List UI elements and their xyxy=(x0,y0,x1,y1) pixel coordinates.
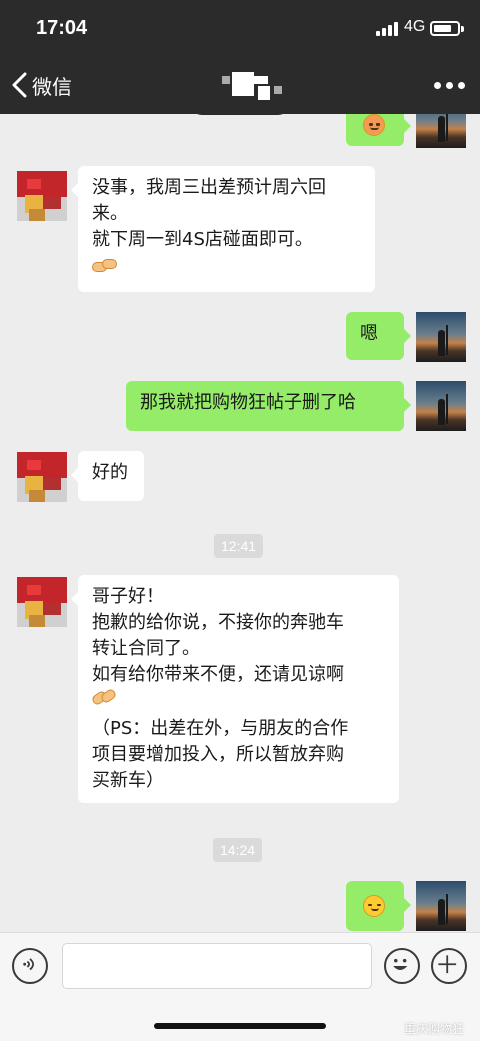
home-indicator[interactable] xyxy=(154,1023,326,1029)
battery-icon xyxy=(430,21,464,36)
folded-hands-emoji xyxy=(90,687,118,708)
avatar-contact[interactable] xyxy=(17,171,67,221)
message-bubble-incoming[interactable]: 哥子好！ 抱歉的给你说，不接你的奔驰车 转让合同了。 如有给你带来不便，还请见谅… xyxy=(71,575,399,803)
message-line: 哥子好！ xyxy=(92,586,164,607)
message-line: 没事，我周三出差预计周六回 xyxy=(92,177,326,198)
voice-icon[interactable] xyxy=(12,948,48,984)
signal-icon xyxy=(376,22,400,36)
plus-icon[interactable] xyxy=(431,948,467,984)
timestamp: 12:41 xyxy=(214,534,264,558)
message-line: 好的 xyxy=(92,462,128,483)
message-line: 嗯 xyxy=(360,323,378,344)
message-line: 来。 xyxy=(92,203,128,224)
message-bubble-outgoing[interactable] xyxy=(346,114,411,146)
watermark: 重庆购物狂 xyxy=(404,1022,465,1036)
avatar-contact[interactable] xyxy=(17,452,67,502)
message-bubble-outgoing[interactable] xyxy=(346,881,411,931)
avatar-self[interactable] xyxy=(416,312,466,362)
avatar-self[interactable] xyxy=(416,114,466,148)
message-input[interactable] xyxy=(62,943,372,989)
back-label: 微信 xyxy=(32,74,72,99)
status-time: 17:04 xyxy=(36,17,88,39)
message-line: 抱歉的给你说，不接你的奔驰车 xyxy=(92,612,344,633)
message-line: （PS：出差在外，与朋友的合作 xyxy=(92,718,349,739)
chat-header: 17:04 4G 微信 xyxy=(0,0,480,115)
message-line: 转让合同了。 xyxy=(92,638,200,659)
avatar-contact[interactable] xyxy=(17,577,67,627)
message-bubble-incoming[interactable]: 没事，我周三出差预计周六回 来。 就下周一到4S店碰面即可。 xyxy=(71,166,375,292)
back-button[interactable]: 微信 xyxy=(10,66,72,104)
message-line: 那我就把购物狂帖子删了哈 xyxy=(140,392,356,413)
avatar-self[interactable] xyxy=(416,881,466,931)
timestamp: 14:24 xyxy=(213,838,263,862)
avatar-self[interactable] xyxy=(416,381,466,431)
blushing-face-emoji xyxy=(363,114,385,136)
network-type: 4G xyxy=(404,18,426,35)
more-dots-icon[interactable] xyxy=(430,70,470,100)
message-line: 如有给你带来不便，还请见谅啊 xyxy=(92,664,344,685)
message-line: 项目要增加投入，所以暂放弃购 xyxy=(92,744,344,765)
message-bubble-incoming[interactable]: 好的 xyxy=(71,451,144,501)
chat-area[interactable]: 没事，我周三出差预计周六回 来。 就下周一到4S店碰面即可。 嗯 那我就把购物狂… xyxy=(0,114,480,932)
message-bubble-outgoing[interactable]: 那我就把购物狂帖子删了哈 xyxy=(126,381,411,431)
emoji-icon[interactable] xyxy=(384,948,420,984)
message-line: 就下周一到4S店碰面即可。 xyxy=(92,229,313,250)
message-line: 买新车） xyxy=(92,770,164,791)
chevron-left-icon xyxy=(12,72,27,98)
contact-name-pixelated xyxy=(214,70,286,104)
handshake-emoji xyxy=(92,257,118,275)
smirk-face-emoji xyxy=(363,895,385,917)
message-bubble-outgoing[interactable]: 嗯 xyxy=(346,312,411,360)
